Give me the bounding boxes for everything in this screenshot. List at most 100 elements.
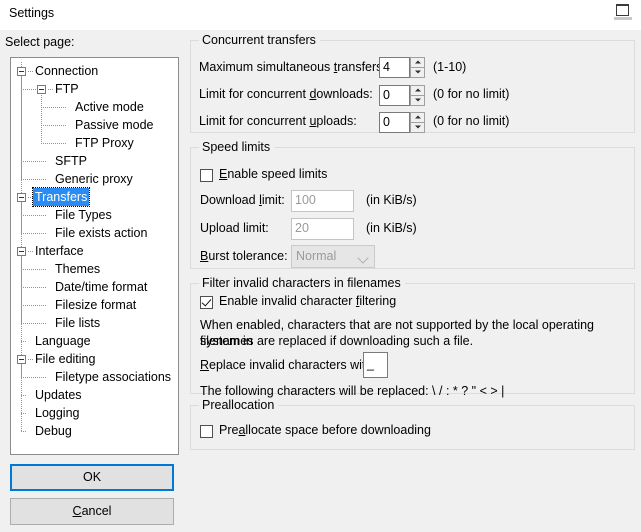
tree-item-label: SFTP: [55, 154, 87, 168]
tree-expander-collapse-icon[interactable]: [17, 247, 26, 256]
tree-item-interface[interactable]: Interface: [11, 242, 178, 260]
tree-item-updates[interactable]: Updates: [11, 386, 178, 404]
burst-tolerance-value: Normal: [296, 249, 337, 263]
settings-page-tree[interactable]: Connection FTP Active mode Passive mode FTP …: [10, 57, 179, 455]
arrow-down-icon: [414, 70, 421, 74]
tree-item-language[interactable]: Language: [11, 332, 178, 350]
concurrent-downloads-input[interactable]: 0: [379, 85, 410, 106]
download-limit-input[interactable]: 100: [291, 190, 354, 212]
title-bar: Settings: [0, 0, 641, 30]
cancel-button-accel: C: [72, 504, 82, 518]
tree-item-connection[interactable]: Connection: [11, 62, 178, 80]
tree-item-file-types[interactable]: File Types: [11, 206, 178, 224]
concurrent-uploads-spin-up[interactable]: [411, 113, 424, 123]
concurrent-uploads-label-post: ploads:: [316, 114, 357, 128]
concurrent-uploads-label-pre: Limit for concurrent: [199, 114, 310, 128]
preallocate-space-label-post: llocate space before downloading: [245, 423, 431, 437]
concurrent-downloads-spinner[interactable]: [410, 85, 425, 106]
tree-item-ftp[interactable]: FTP: [11, 80, 178, 98]
burst-tolerance-label: Burst tolerance:: [200, 249, 288, 263]
upload-limit-input[interactable]: 20: [291, 218, 354, 240]
download-limit-label: Download limit:: [200, 193, 285, 207]
speed-limits-group: Speed limits Enable speed limits Downloa…: [190, 140, 635, 269]
tree-item-label: Transfers: [31, 187, 91, 207]
max-transfers-input[interactable]: 4: [379, 57, 410, 78]
tree-item-label: Active mode: [75, 100, 144, 114]
tree-item-themes[interactable]: Themes: [11, 260, 178, 278]
tree-item-label: FTP Proxy: [75, 136, 134, 150]
cancel-button-label-post: ancel: [81, 504, 112, 518]
tree-item-filetype-associations[interactable]: Filetype associations: [11, 368, 178, 386]
preallocate-space-checkbox[interactable]: [200, 425, 213, 438]
tree-item-file-editing[interactable]: File editing: [11, 350, 178, 368]
concurrent-transfers-title: Concurrent transfers: [199, 33, 320, 47]
concurrent-uploads-hint: (0 for no limit): [433, 114, 510, 128]
concurrent-transfers-group: Concurrent transfers Maximum simultaneou…: [190, 33, 635, 133]
preallocation-title: Preallocation: [199, 398, 279, 412]
concurrent-uploads-spinner[interactable]: [410, 112, 425, 133]
enable-invalid-filtering-label-pre: Enable invalid character: [219, 294, 356, 308]
restore-window-button[interactable]: [611, 0, 641, 22]
enable-invalid-filtering-checkbox[interactable]: [200, 296, 213, 309]
enable-speed-limits-checkbox[interactable]: [200, 169, 213, 182]
enable-invalid-filtering-label: Enable invalid character filtering: [219, 294, 396, 308]
download-limit-unit: (in KiB/s): [366, 193, 417, 207]
tree-expander-collapse-icon[interactable]: [17, 67, 26, 76]
filter-invalid-characters-group: Filter invalid characters in filenames E…: [190, 276, 635, 398]
enable-speed-limits-label-post: nable speed limits: [227, 167, 328, 181]
upload-limit-label: Upload limit:: [200, 221, 269, 235]
tree-item-label: File lists: [55, 316, 101, 330]
tree-expander-collapse-icon[interactable]: [17, 355, 26, 364]
title-bar-underline: [614, 17, 632, 20]
tree-item-file-lists[interactable]: File lists: [11, 314, 178, 332]
tree-item-generic-proxy[interactable]: Generic proxy: [11, 170, 178, 188]
tree-item-sftp[interactable]: SFTP: [11, 152, 178, 170]
tree-item-date-time-format[interactable]: Date/time format: [11, 278, 178, 296]
tree-item-file-exists-action[interactable]: File exists action: [11, 224, 178, 242]
tree-expander-collapse-icon[interactable]: [37, 85, 46, 94]
concurrent-downloads-label-post: ownloads:: [316, 87, 373, 101]
tree-item-debug[interactable]: Debug: [11, 422, 178, 440]
download-limit-label-post: imit:: [261, 193, 285, 207]
tree-item-transfers[interactable]: Transfers: [11, 187, 178, 207]
tree-item-ftp-proxy[interactable]: FTP Proxy: [11, 134, 178, 152]
tree-item-filesize-format[interactable]: Filesize format: [11, 296, 178, 314]
enable-invalid-filtering-label-post: iltering: [359, 294, 397, 308]
tree-item-label: Connection: [35, 64, 99, 78]
tree-item-label: Logging: [35, 406, 80, 420]
burst-tolerance-select[interactable]: Normal: [291, 245, 375, 268]
tree-item-label: File exists action: [55, 226, 148, 240]
concurrent-downloads-spin-down[interactable]: [411, 96, 424, 106]
max-transfers-label-pre: Maximum simultaneous: [199, 60, 334, 74]
concurrent-uploads-input[interactable]: 0: [379, 112, 410, 133]
arrow-up-icon: [414, 60, 421, 64]
arrow-up-icon: [414, 115, 421, 119]
max-transfers-spin-down[interactable]: [411, 68, 424, 78]
upload-limit-unit: (in KiB/s): [366, 221, 417, 235]
concurrent-uploads-spin-down[interactable]: [411, 123, 424, 133]
concurrent-downloads-label: Limit for concurrent downloads:: [199, 87, 373, 101]
tree-item-label: File Types: [55, 208, 112, 222]
tree-item-label: Themes: [55, 262, 101, 276]
max-transfers-spin-up[interactable]: [411, 58, 424, 68]
filter-description-line2: filenames are replaced if downloading su…: [200, 334, 474, 348]
filter-invalid-characters-title: Filter invalid characters in filenames: [199, 276, 405, 290]
tree-item-label: Language: [35, 334, 91, 348]
max-transfers-hint: (1-10): [433, 60, 467, 74]
burst-tolerance-label-post: urst tolerance:: [208, 249, 288, 263]
max-transfers-spinner[interactable]: [410, 57, 425, 78]
tree-item-logging[interactable]: Logging: [11, 404, 178, 422]
tree-item-label: Filetype associations: [55, 370, 172, 384]
tree-expander-collapse-icon[interactable]: [17, 193, 26, 202]
cancel-button[interactable]: Cancel: [10, 498, 174, 525]
arrow-up-icon: [414, 88, 421, 92]
tree-item-passive-mode[interactable]: Passive mode: [11, 116, 178, 134]
ok-button[interactable]: OK: [10, 464, 174, 491]
concurrent-downloads-hint: (0 for no limit): [433, 87, 510, 101]
tree-item-active-mode[interactable]: Active mode: [11, 98, 178, 116]
replace-characters-input[interactable]: _: [363, 352, 388, 378]
tree-item-label: Passive mode: [75, 118, 154, 132]
tree-item-label: Updates: [35, 388, 82, 402]
concurrent-downloads-spin-up[interactable]: [411, 86, 424, 96]
enable-speed-limits-label: Enable speed limits: [219, 167, 327, 181]
